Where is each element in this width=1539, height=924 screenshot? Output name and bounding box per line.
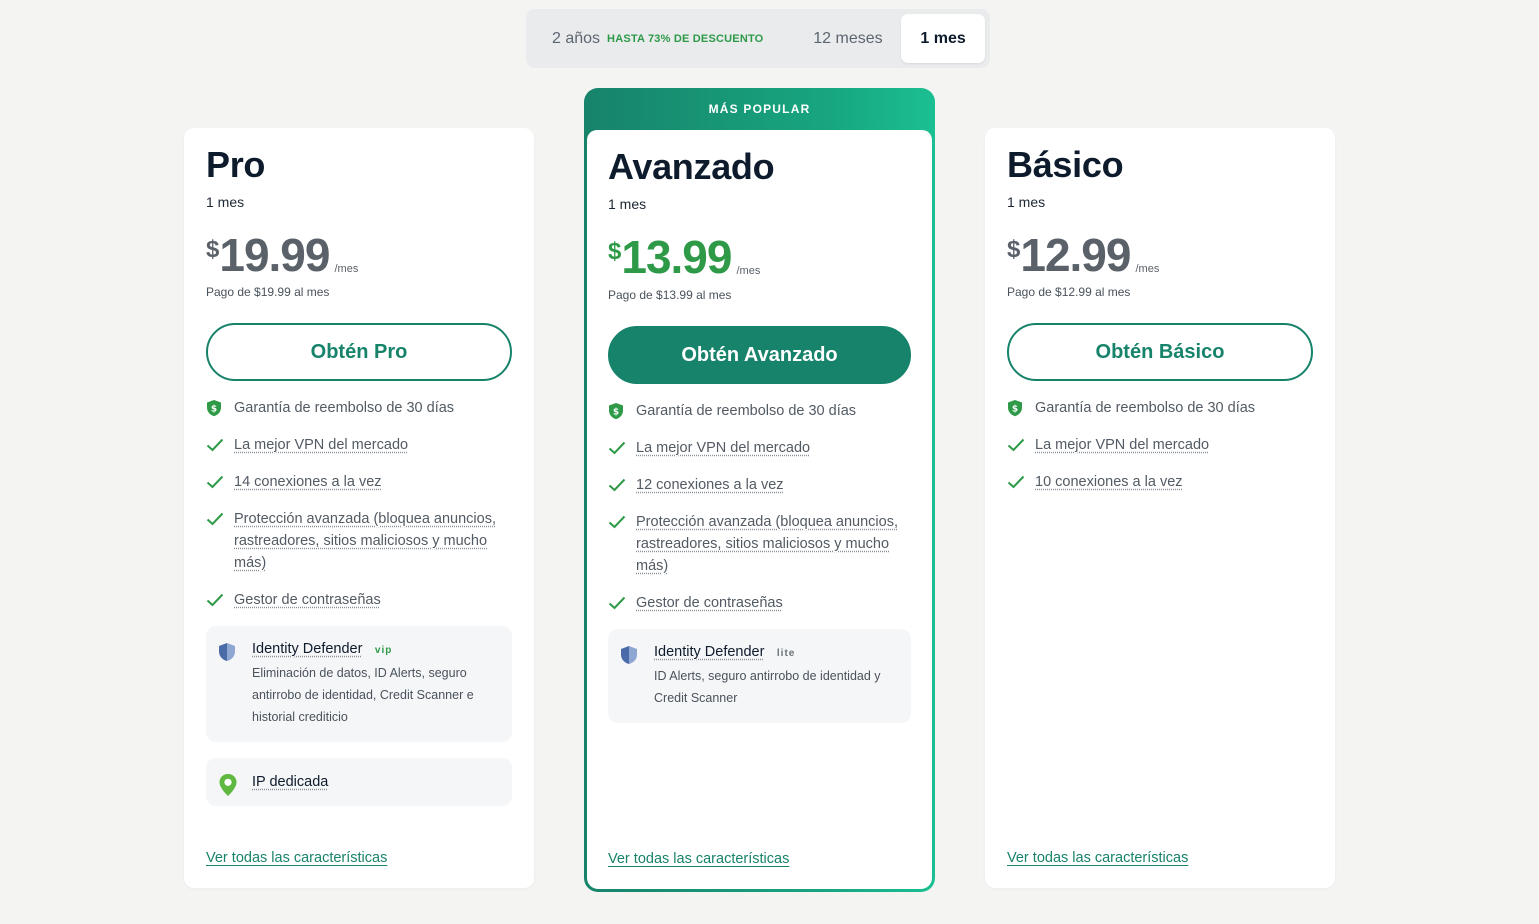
svg-text:$: $: [211, 405, 217, 415]
feature-text[interactable]: Protección avanzada (bloquea anuncios, r…: [636, 511, 914, 577]
addon-identity-defender-lite: Identity Defender lite ID Alerts, seguro…: [608, 629, 911, 723]
plan-card-pro: Pro 1 mes $ 19.99 /mes Pago de $19.99 al…: [184, 128, 534, 888]
feature-text[interactable]: Protección avanzada (bloquea anuncios, r…: [234, 508, 512, 574]
check-icon: [608, 511, 636, 533]
shield-dollar-icon: $: [206, 397, 234, 419]
billed-text: Pago de $19.99 al mes: [206, 285, 330, 299]
feature-list: $ Garantía de reembolso de 30 días La me…: [1007, 397, 1313, 508]
feature-text[interactable]: 10 conexiones a la vez: [1035, 471, 1183, 493]
period-option-1-month[interactable]: 1 mes: [901, 14, 985, 63]
check-icon: [206, 589, 234, 611]
feature-text: Garantía de reembolso de 30 días: [234, 400, 455, 416]
price-per: /mes: [736, 265, 761, 277]
get-advanced-button[interactable]: Obtén Avanzado: [608, 326, 911, 384]
feature-item: 12 conexiones a la vez: [608, 474, 914, 496]
billing-period-toggle: 2 años HASTA 73% DE DESCUENTO 12 meses 1…: [526, 9, 990, 68]
feature-item: $ Garantía de reembolso de 30 días: [608, 400, 914, 422]
plan-card-basic: Básico 1 mes $ 12.99 /mes Pago de $12.99…: [985, 128, 1335, 888]
plan-period: 1 mes: [206, 194, 245, 210]
feature-item: La mejor VPN del mercado: [1007, 434, 1313, 456]
check-icon: [1007, 434, 1035, 456]
price-amount: 12.99: [1020, 229, 1131, 281]
feature-text[interactable]: 12 conexiones a la vez: [636, 474, 784, 496]
most-popular-badge: MÁS POPULAR: [708, 102, 811, 116]
feature-text[interactable]: 14 conexiones a la vez: [234, 471, 382, 493]
discount-badge: HASTA 73% DE DESCUENTO: [607, 32, 764, 45]
period-2-years-label: 2 años: [552, 29, 601, 47]
feature-text[interactable]: La mejor VPN del mercado: [1035, 434, 1209, 456]
feature-text[interactable]: Gestor de contraseñas: [234, 589, 381, 611]
check-icon: [206, 434, 234, 456]
plan-name: Básico: [1007, 144, 1124, 185]
price-amount: 13.99: [621, 231, 732, 283]
shield-dollar-icon: $: [608, 400, 636, 422]
feature-item: La mejor VPN del mercado: [206, 434, 512, 456]
check-icon: [608, 592, 636, 614]
see-all-features-link[interactable]: Ver todas las características: [608, 851, 789, 867]
billed-text: Pago de $13.99 al mes: [608, 288, 732, 302]
plan-card-advanced-featured: MÁS POPULAR Avanzado 1 mes $ 13.99 /mes …: [584, 88, 935, 892]
addon-tag-lite: lite: [776, 648, 796, 659]
billed-text: Pago de $12.99 al mes: [1007, 285, 1131, 299]
addon-description: ID Alerts, seguro antirrobo de identidad…: [654, 669, 881, 705]
feature-text: Garantía de reembolso de 30 días: [1035, 400, 1256, 416]
feature-item: $ Garantía de reembolso de 30 días: [206, 397, 512, 419]
addon-title[interactable]: IP dedicada: [252, 774, 328, 790]
price-currency: $: [1007, 236, 1021, 263]
plan-price: $ 12.99 /mes: [1007, 228, 1159, 282]
feature-text[interactable]: La mejor VPN del mercado: [234, 434, 408, 456]
see-all-features-link[interactable]: Ver todas las características: [206, 850, 387, 866]
feature-list: $ Garantía de reembolso de 30 días La me…: [608, 400, 914, 739]
feature-item: Protección avanzada (bloquea anuncios, r…: [206, 508, 512, 574]
plan-name: Avanzado: [608, 146, 775, 187]
addon-description: Eliminación de datos, ID Alerts, seguro …: [252, 666, 474, 724]
price-currency: $: [608, 238, 622, 265]
addon-tag-vip: vip: [374, 645, 393, 656]
feature-item: 10 conexiones a la vez: [1007, 471, 1313, 493]
location-pin-icon: [218, 773, 238, 802]
check-icon: [1007, 471, 1035, 493]
feature-text[interactable]: Gestor de contraseñas: [636, 592, 783, 614]
feature-item: La mejor VPN del mercado: [608, 437, 914, 459]
shield-dollar-icon: $: [1007, 397, 1035, 419]
price-per: /mes: [334, 263, 359, 275]
check-icon: [206, 508, 234, 530]
period-option-12-months[interactable]: 12 meses: [795, 14, 901, 63]
plan-period: 1 mes: [608, 196, 647, 212]
feature-item: Gestor de contraseñas: [206, 589, 512, 611]
feature-text: Garantía de reembolso de 30 días: [636, 403, 857, 419]
feature-text[interactable]: La mejor VPN del mercado: [636, 437, 810, 459]
addon-dedicated-ip: IP dedicada: [206, 758, 512, 806]
feature-item: Protección avanzada (bloquea anuncios, r…: [608, 511, 914, 577]
feature-item: $ Garantía de reembolso de 30 días: [1007, 397, 1313, 419]
see-all-features-link[interactable]: Ver todas las características: [1007, 850, 1188, 866]
price-amount: 19.99: [219, 229, 330, 281]
get-pro-button[interactable]: Obtén Pro: [206, 323, 512, 381]
addon-title[interactable]: Identity Defender: [252, 641, 362, 657]
feature-item: Gestor de contraseñas: [608, 592, 914, 614]
period-1-month-label: 1 mes: [920, 29, 966, 47]
period-12-months-label: 12 meses: [813, 29, 883, 47]
feature-item: 14 conexiones a la vez: [206, 471, 512, 493]
get-basic-button[interactable]: Obtén Básico: [1007, 323, 1313, 381]
plan-period: 1 mes: [1007, 194, 1046, 210]
shield-icon: [620, 645, 638, 670]
plan-name: Pro: [206, 144, 266, 185]
check-icon: [608, 437, 636, 459]
check-icon: [206, 471, 234, 493]
period-option-2-years[interactable]: 2 años HASTA 73% DE DESCUENTO: [531, 14, 795, 63]
check-icon: [608, 474, 636, 496]
plan-card-advanced: Avanzado 1 mes $ 13.99 /mes Pago de $13.…: [587, 130, 932, 889]
price-per: /mes: [1135, 263, 1160, 275]
svg-text:$: $: [1012, 405, 1018, 415]
feature-list: $ Garantía de reembolso de 30 días La me…: [206, 397, 512, 822]
plan-price: $ 13.99 /mes: [608, 230, 760, 284]
price-currency: $: [206, 236, 220, 263]
shield-icon: [218, 642, 236, 667]
addon-identity-defender-vip: Identity Defender vip Eliminación de dat…: [206, 626, 512, 742]
svg-text:$: $: [613, 408, 619, 418]
plan-price: $ 19.99 /mes: [206, 228, 358, 282]
addon-title[interactable]: Identity Defender: [654, 644, 764, 660]
